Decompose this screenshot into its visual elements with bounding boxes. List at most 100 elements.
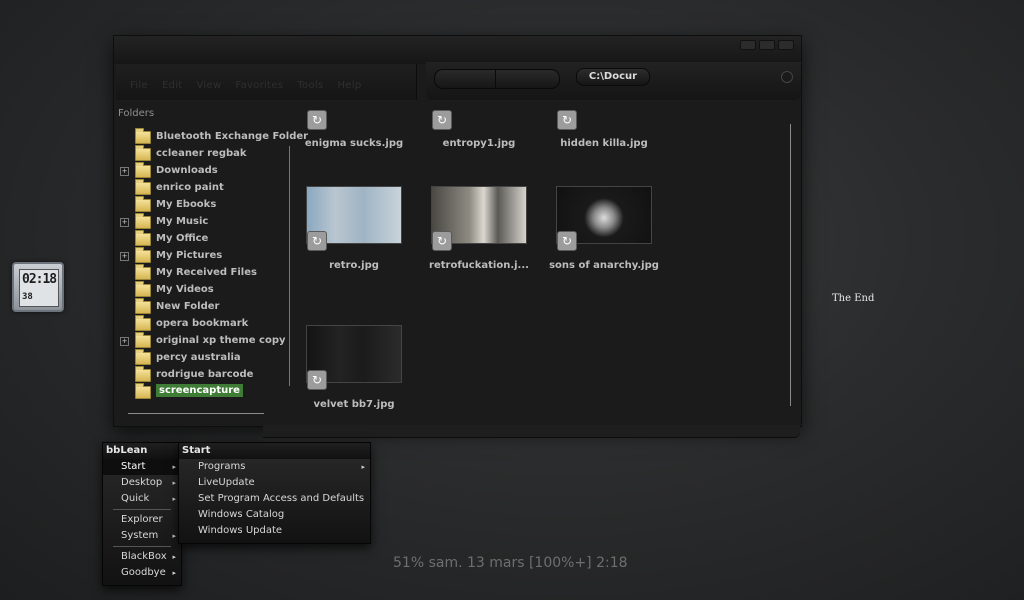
expand-icon[interactable]: + — [120, 337, 129, 346]
start_menu-item-programs[interactable]: Programs ▸ — [179, 459, 370, 475]
address-field[interactable]: C:\Docur — [576, 68, 650, 86]
folder-icon — [135, 179, 151, 195]
folder-item[interactable]: My Office — [118, 230, 288, 248]
image-thumbnail[interactable]: ↻ — [307, 106, 401, 130]
folder-item[interactable]: + Downloads — [118, 162, 288, 180]
clock-widget[interactable]: 02:18 38 — [12, 262, 64, 312]
menu-item-label: Quick — [121, 493, 150, 504]
start-submenu: Start Programs ▸ LiveUpdate Set Program Acc… — [178, 442, 371, 544]
folder-item[interactable]: New Folder — [118, 298, 288, 316]
image-thumbnail[interactable]: ↻ — [557, 106, 651, 130]
folder-item[interactable]: + My Music — [118, 213, 288, 231]
expand-icon[interactable]: + — [120, 252, 129, 261]
folder-item[interactable]: + original xp theme copy — [118, 332, 288, 350]
expand-icon[interactable]: + — [120, 218, 129, 227]
file-label: hidden killa.jpg — [560, 138, 648, 149]
go-icon[interactable] — [781, 71, 793, 83]
maximize-button[interactable] — [759, 40, 775, 50]
file-item[interactable]: ↻ retrofuckation.j... — [424, 186, 534, 271]
bblean-menu-title[interactable]: bbLean — [103, 443, 181, 459]
folder-item[interactable]: My Ebooks — [118, 196, 288, 214]
file-label: retrofuckation.j... — [429, 260, 529, 271]
back-forward-buttons[interactable] — [434, 69, 560, 89]
folder-item[interactable]: percy australia — [118, 349, 288, 367]
file-item[interactable]: ↻ enigma sucks.jpg — [299, 106, 409, 149]
folder-item[interactable]: rodrigue barcode — [118, 366, 288, 384]
menu-favorites[interactable]: Favorites — [235, 80, 283, 91]
menu-item-label: Goodbye — [121, 567, 166, 578]
image-thumbnail[interactable]: ↻ — [431, 186, 527, 251]
bblean_menu-item-desktop[interactable]: Desktop ▸ — [103, 475, 181, 491]
folder-item[interactable]: Bluetooth Exchange Folder — [118, 128, 308, 146]
menu-item-label: Start — [121, 461, 146, 472]
clock-face: 02:18 38 — [19, 269, 59, 307]
submenu-arrow-icon: ▸ — [172, 479, 176, 487]
rotate-icon: ↻ — [307, 370, 327, 390]
bblean_menu-item-blackbox[interactable]: BlackBox ▸ — [103, 549, 181, 565]
title-bar[interactable] — [114, 36, 801, 64]
folder-item[interactable]: enrico paint — [118, 179, 288, 197]
menu-view[interactable]: View — [197, 80, 222, 91]
menu-item-label: Windows Update — [198, 525, 283, 536]
expand-icon[interactable]: + — [120, 167, 129, 176]
folder-icon — [135, 162, 151, 178]
file-item[interactable]: ↻ entropy1.jpg — [424, 106, 534, 149]
folder-item[interactable]: screencapture — [118, 383, 288, 401]
bblean_menu-item-system[interactable]: System ▸ — [103, 528, 181, 544]
folder-label: My Received Files — [156, 267, 257, 278]
start_menu-item-windows-catalog[interactable]: Windows Catalog — [179, 507, 370, 523]
folder-tree-scrollbar[interactable] — [289, 146, 290, 386]
start_menu-item-windows-update[interactable]: Windows Update — [179, 523, 370, 539]
desktop-label: The End — [832, 293, 875, 304]
folder-label: screencapture — [156, 384, 243, 397]
menu-bar: File Edit View Favorites Tools Help — [116, 64, 417, 100]
file-item[interactable]: ↻ sons of anarchy.jpg — [549, 186, 659, 271]
folder-item[interactable]: My Received Files — [118, 264, 288, 282]
image-thumbnail[interactable]: ↻ — [556, 186, 652, 251]
menu-edit[interactable]: Edit — [162, 80, 183, 91]
menu-help[interactable]: Help — [337, 80, 361, 91]
submenu-arrow-icon: ▸ — [172, 463, 176, 471]
menu-item-label: System — [121, 530, 159, 541]
bblean_menu-item-quick[interactable]: Quick ▸ — [103, 491, 181, 507]
folder-label: Downloads — [156, 165, 218, 176]
image-thumbnail[interactable]: ↻ — [306, 186, 402, 251]
file-item[interactable]: ↻ hidden killa.jpg — [549, 106, 659, 149]
folder-item[interactable]: ccleaner regbak — [118, 145, 288, 163]
image-thumbnail[interactable]: ↻ — [432, 106, 526, 130]
folder-label: New Folder — [156, 301, 220, 312]
status-line: 51% sam. 13 mars [100%+] 2:18 — [393, 555, 628, 571]
folder-label: ccleaner regbak — [156, 148, 247, 159]
bblean_menu-item-goodbye[interactable]: Goodbye ▸ — [103, 565, 181, 581]
rotate-icon: ↻ — [307, 231, 327, 251]
menu-item-label: Explorer — [121, 514, 163, 525]
folder-label: My Office — [156, 233, 209, 244]
folder-tree-hscrollbar[interactable] — [128, 413, 264, 414]
file-item[interactable]: ↻ retro.jpg — [299, 186, 409, 271]
menu-tools[interactable]: Tools — [297, 80, 323, 91]
folder-item[interactable]: opera bookmark — [118, 315, 288, 333]
folder-icon — [135, 383, 151, 399]
folder-label: rodrigue barcode — [156, 369, 254, 380]
close-button[interactable] — [778, 40, 794, 50]
menu-file[interactable]: File — [130, 80, 148, 91]
folder-icon — [135, 230, 151, 246]
rotate-icon: ↻ — [432, 110, 452, 130]
bblean-menu: bbLean Start ▸ Desktop ▸ Quick ▸ Explorer Syste… — [102, 442, 182, 586]
folder-item[interactable]: + My Pictures — [118, 247, 288, 265]
file-view-scrollbar[interactable] — [790, 124, 791, 406]
bblean_menu-item-start[interactable]: Start ▸ — [103, 459, 181, 475]
file-label: entropy1.jpg — [442, 138, 516, 149]
explorer-window[interactable]: File Edit View Favorites Tools Help C:\Docur … — [113, 35, 802, 427]
folder-icon — [135, 332, 151, 348]
image-thumbnail[interactable]: ↻ — [306, 325, 402, 390]
folder-item[interactable]: My Videos — [118, 281, 288, 299]
file-label: enigma sucks.jpg — [304, 138, 404, 149]
bblean_menu-item-explorer[interactable]: Explorer — [103, 512, 181, 528]
file-item[interactable]: ↻ velvet bb7.jpg — [299, 325, 409, 410]
start_menu-item-liveupdate[interactable]: LiveUpdate — [179, 475, 370, 491]
minimize-button[interactable] — [740, 40, 756, 50]
menu-item-label: LiveUpdate — [198, 477, 255, 488]
start-submenu-title[interactable]: Start — [179, 443, 370, 459]
start_menu-item-set-program-access-and-defaults[interactable]: Set Program Access and Defaults — [179, 491, 370, 507]
